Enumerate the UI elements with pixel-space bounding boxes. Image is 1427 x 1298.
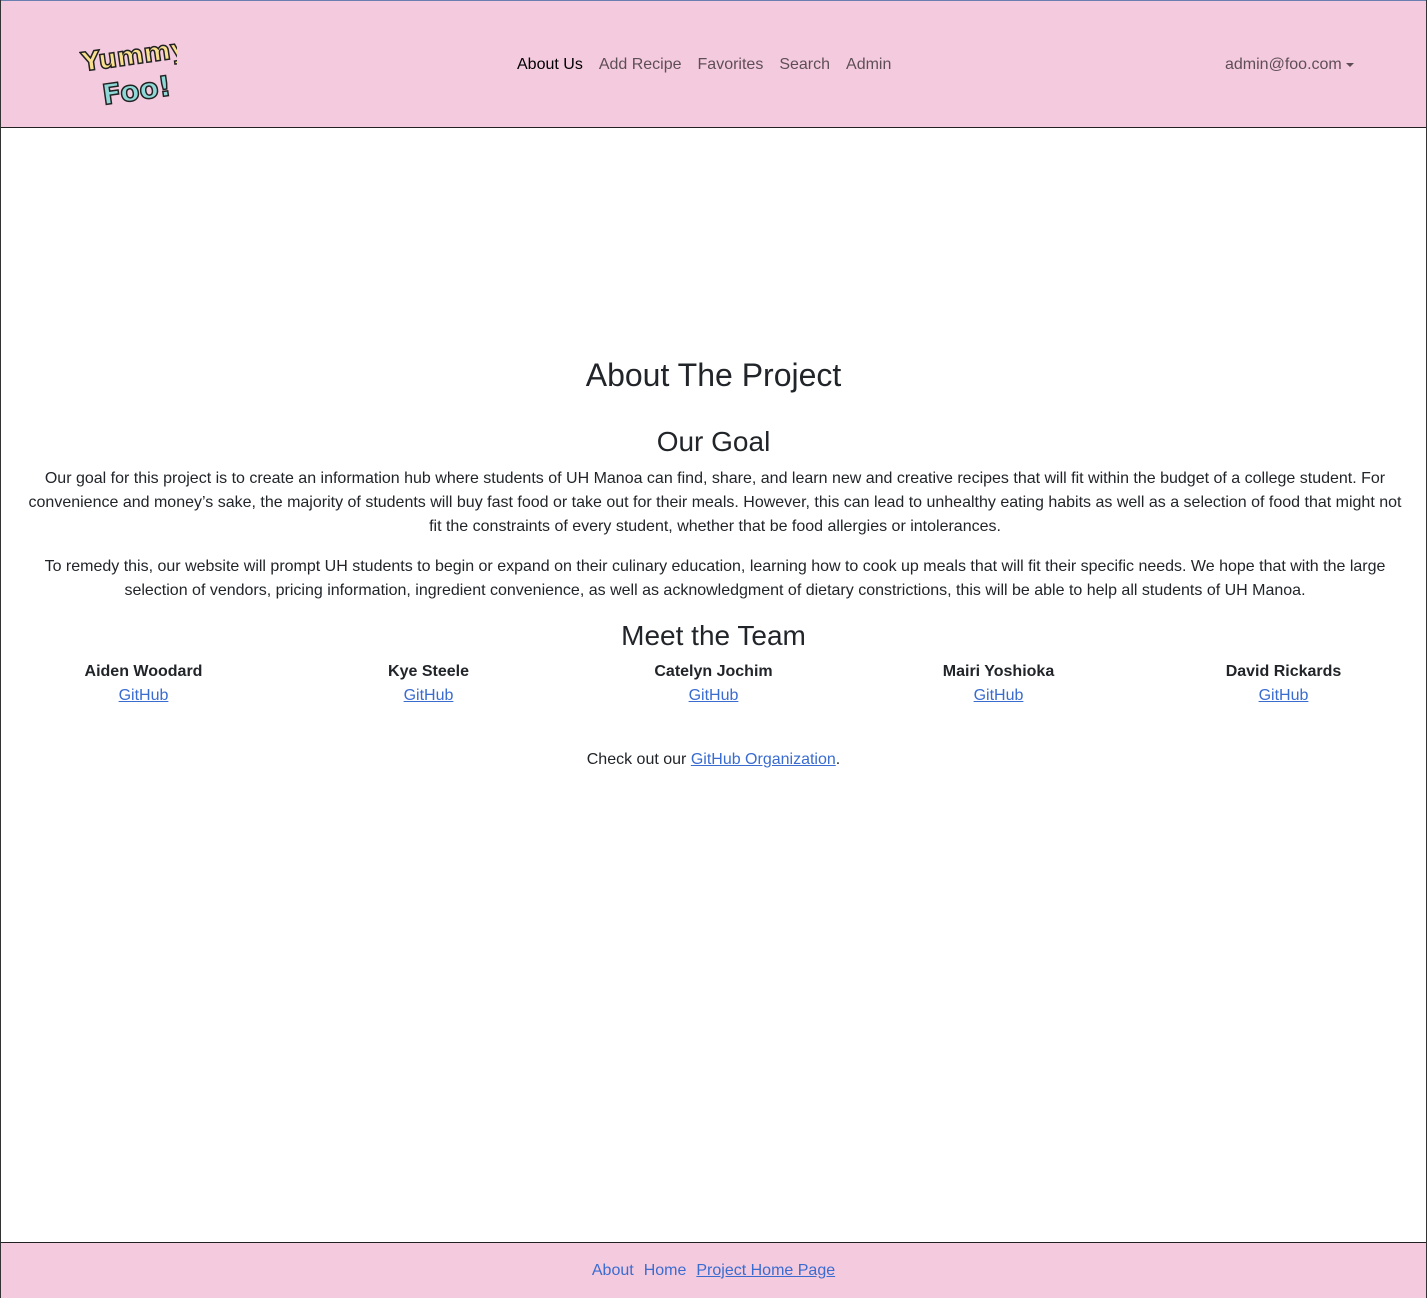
org-line: Check out our GitHub Organization. <box>1 748 1426 772</box>
caret-down-icon <box>1345 63 1354 67</box>
member-name: Mairi Yoshioka <box>942 663 1055 680</box>
member-name: Catelyn Jochim <box>654 663 773 680</box>
team-member: Aiden Woodard GitHub <box>1 660 286 708</box>
nav-admin[interactable]: Admin <box>838 53 899 77</box>
team-heading: Meet the Team <box>621 620 806 651</box>
navbar: Yummy Foo! About Us Add Recipe Favorites… <box>1 0 1426 128</box>
footer-about-link[interactable]: About <box>592 1259 634 1283</box>
nav-about-us[interactable]: About Us <box>509 53 591 77</box>
member-github-link[interactable]: GitHub <box>404 687 454 704</box>
member-name: Aiden Woodard <box>84 663 203 680</box>
footer: About Home Project Home Page <box>1 1242 1426 1298</box>
nav-add-recipe[interactable]: Add Recipe <box>591 53 690 77</box>
member-github-link[interactable]: GitHub <box>974 687 1024 704</box>
team-member: Mairi Yoshioka GitHub <box>856 660 1141 708</box>
footer-home-link[interactable]: Home <box>644 1259 687 1283</box>
team-list: Aiden Woodard GitHub Kye Steele GitHub C… <box>1 660 1426 708</box>
org-suffix: . <box>835 751 841 768</box>
member-github-link[interactable]: GitHub <box>1259 687 1309 704</box>
github-organization-link[interactable]: GitHub Organization <box>691 751 836 768</box>
user-dropdown[interactable]: admin@foo.com <box>1225 53 1354 77</box>
main-content: About The Project Our Goal Our goal for … <box>1 128 1426 1242</box>
nav-search[interactable]: Search <box>771 53 838 77</box>
page-title: About The Project <box>585 357 842 393</box>
yummy-foo-logo[interactable]: Yummy Foo! <box>79 27 177 111</box>
logo-text-bottom: Foo! <box>100 69 173 111</box>
team-member: Catelyn Jochim GitHub <box>571 660 856 708</box>
org-prefix: Check out our <box>586 751 691 768</box>
member-github-link[interactable]: GitHub <box>119 687 169 704</box>
main-nav: About Us Add Recipe Favorites Search Adm… <box>509 53 899 77</box>
footer-project-home-link[interactable]: Project Home Page <box>696 1259 835 1283</box>
member-name: Kye Steele <box>388 663 469 680</box>
user-email: admin@foo.com <box>1225 56 1342 73</box>
team-member: Kye Steele GitHub <box>286 660 571 708</box>
team-member: David Rickards GitHub <box>1141 660 1426 708</box>
goal-heading: Our Goal <box>656 426 771 457</box>
goal-paragraph-1: Our goal for this project is to create a… <box>28 470 1402 535</box>
goal-paragraph-2: To remedy this, our website will prompt … <box>44 558 1386 599</box>
member-name: David Rickards <box>1225 663 1342 680</box>
member-github-link[interactable]: GitHub <box>689 687 739 704</box>
nav-favorites[interactable]: Favorites <box>690 53 772 77</box>
